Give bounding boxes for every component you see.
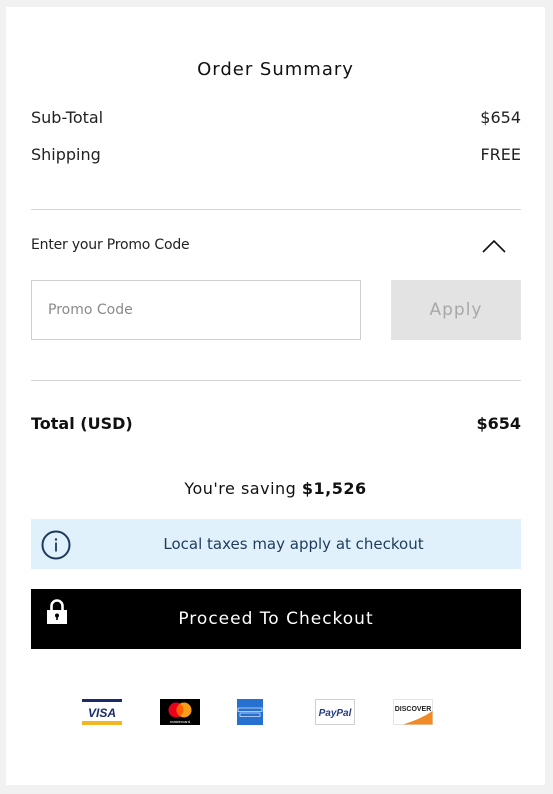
savings-amount: $1,526 [301, 479, 367, 498]
visa-logo-text: VISA [88, 706, 116, 720]
total-label: Total (USD) [31, 414, 133, 433]
paypal-logo-text: PayPal [319, 708, 352, 719]
shipping-label: Shipping [31, 145, 101, 164]
checkout-button-label: Proceed To Checkout [178, 609, 374, 629]
paypal-logo: PayPal [315, 699, 355, 725]
amex-logo [237, 699, 263, 725]
order-summary-card: Order Summary Sub-Total $654 Shipping FR… [6, 7, 545, 785]
promo-code-input[interactable] [31, 280, 361, 340]
mastercard-logo: mastercard [160, 699, 200, 725]
subtotal-value: $654 [480, 108, 521, 127]
promo-code-toggle-label[interactable]: Enter your Promo Code [31, 237, 190, 253]
mastercard-logo-text: mastercard [170, 719, 190, 724]
divider [31, 380, 521, 381]
divider [31, 209, 521, 210]
savings-prefix: You're saving [184, 479, 297, 498]
discover-logo: DISCOVER [393, 699, 433, 725]
proceed-to-checkout-button[interactable]: Proceed To Checkout [31, 589, 521, 649]
discover-logo-text: DISCOVER [395, 706, 432, 713]
chevron-up-icon[interactable] [482, 238, 506, 254]
tax-info-text: Local taxes may apply at checkout [163, 535, 424, 553]
subtotal-label: Sub-Total [31, 108, 104, 127]
tax-info-banner: Local taxes may apply at checkout [31, 519, 521, 569]
apply-promo-button[interactable]: Apply [391, 280, 521, 340]
visa-logo: VISA [82, 699, 122, 725]
shipping-value: FREE [480, 145, 521, 164]
page-title: Order Summary [197, 59, 354, 80]
savings-text: You're saving $1,526 [6, 479, 545, 498]
total-value: $654 [476, 414, 521, 433]
